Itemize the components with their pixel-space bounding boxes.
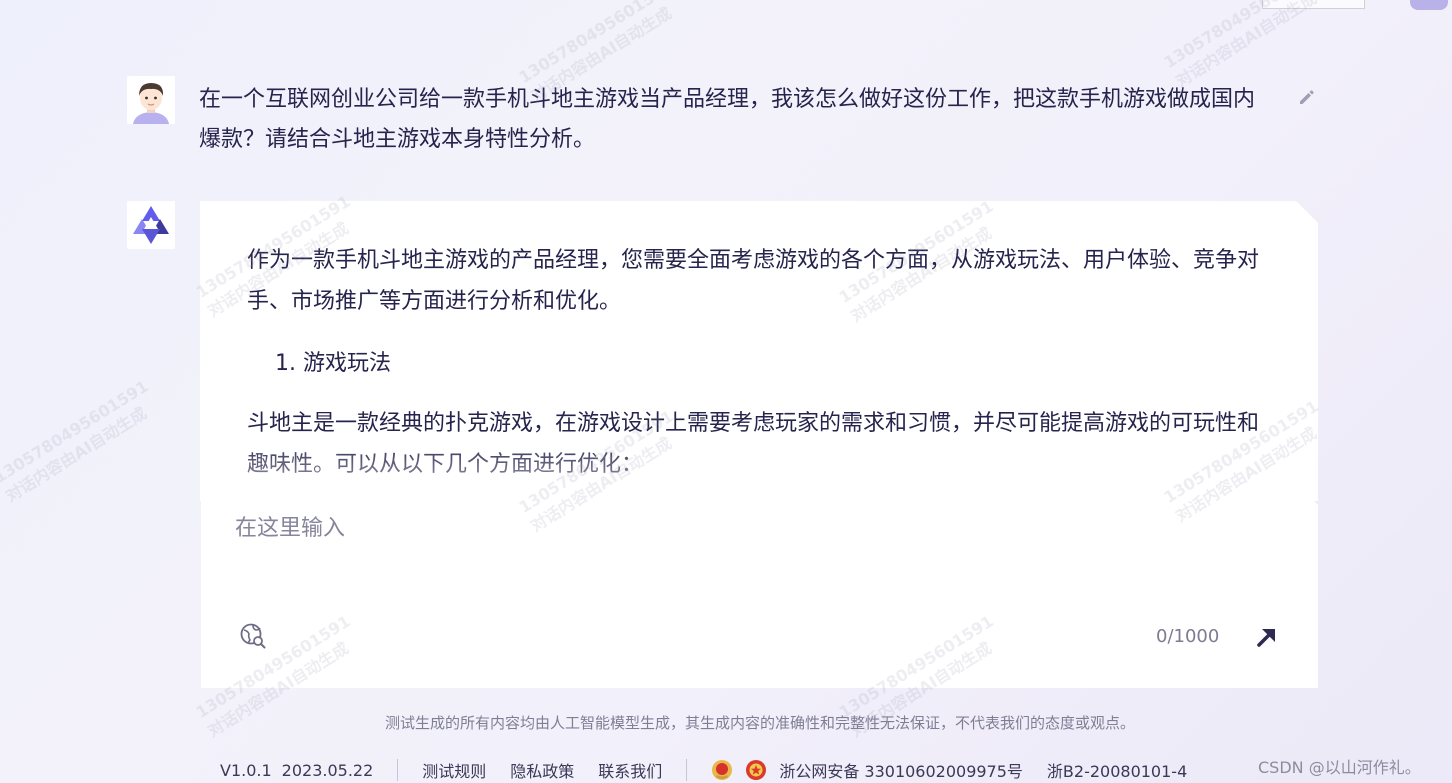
watermark: 13057804956015​91 对话内容由AI自动生成 xyxy=(1160,0,1334,92)
user-avatar xyxy=(127,76,175,124)
privacy-policy-link[interactable]: 隐私政策 xyxy=(510,758,574,782)
watermark: 13057804956015​91 对话内容由AI自动生成 xyxy=(0,376,164,508)
police-badge-icon xyxy=(745,759,767,781)
arrow-up-right-icon[interactable] xyxy=(1254,624,1280,650)
chat-input[interactable] xyxy=(235,511,1275,591)
footer: V1.0.1 2023.05.22 测试规则 隐私政策 联系我们 浙公网安备 3… xyxy=(220,757,1187,783)
bot-response: 作为一款手机斗地主游戏的产品经理，您需要全面考虑游戏的各个方面，从游戏玩法、用户… xyxy=(247,240,1267,485)
response-list-item: 1. 游戏玩法 xyxy=(275,351,391,376)
disclaimer: 测试生成的所有内容均由人工智能模型生成，其生成内容的准确性和完整性无法保证，不代… xyxy=(384,714,1135,732)
watermark-line: 对话内容由AI自动生成 xyxy=(2,403,150,506)
icp-license-link[interactable]: 浙B2-20080101-4 xyxy=(1047,758,1187,782)
globe-search-icon[interactable] xyxy=(239,622,267,650)
response-paragraph: 斗地主是一款经典的扑克游戏，在游戏设计上需要考虑玩家的需求和习惯，并尽可能提高游… xyxy=(247,411,1260,477)
csdn-credit: CSDN @以山河作礼。 xyxy=(1258,758,1421,777)
watermark-line: 对话内容由AI自动生成 xyxy=(1172,0,1320,91)
test-rules-link[interactable]: 测试规则 xyxy=(422,758,486,782)
contact-us-link[interactable]: 联系我们 xyxy=(598,758,662,782)
user-message: 在一个互联网创业公司给一款手机斗地主游戏当产品经理，我该怎么做好这份工作，把这款… xyxy=(199,87,1256,152)
bot-avatar xyxy=(127,201,175,249)
divider xyxy=(686,759,688,781)
char-counter: 0/1000 xyxy=(1156,626,1220,647)
watermark-line: 13057804956015​91 xyxy=(515,0,677,87)
release-date: 2023.05.22 xyxy=(281,760,374,780)
police-record-link[interactable]: 浙公网安备 33010602009975号 xyxy=(779,758,1023,782)
response-intro: 作为一款手机斗地主游戏的产品经理，您需要全面考虑游戏的各个方面，从游戏玩法、用户… xyxy=(247,248,1260,314)
record-badge-icon xyxy=(711,759,733,781)
account-avatar[interactable] xyxy=(1410,0,1448,10)
watermark-line: 13057804956015​91 xyxy=(1160,0,1322,72)
divider xyxy=(397,759,399,781)
pencil-icon[interactable] xyxy=(1297,87,1317,107)
top-nav-fragment xyxy=(1262,0,1365,9)
watermark-line: 13057804956015​91 xyxy=(0,376,152,487)
version: V1.0.1 xyxy=(220,760,272,780)
